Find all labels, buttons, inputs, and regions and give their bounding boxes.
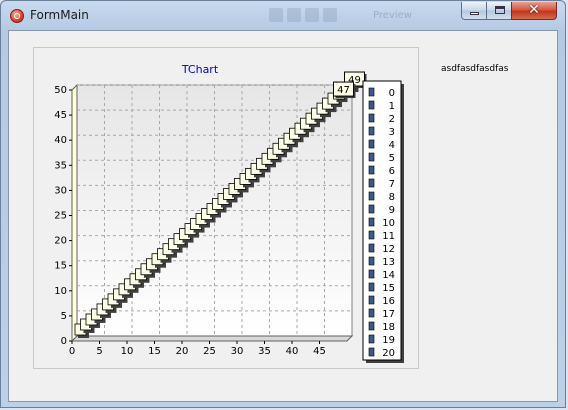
- y-tick-label: 20: [54, 236, 67, 247]
- legend-swatch: [368, 217, 375, 227]
- background-window-title: Preview: [373, 10, 412, 21]
- app-icon[interactable]: [10, 9, 24, 23]
- x-tick-label: 15: [148, 346, 161, 357]
- legend-item-label: 16: [382, 296, 395, 307]
- close-icon: ✕: [528, 2, 540, 18]
- legend-swatch: [368, 269, 375, 279]
- minimize-icon: [470, 12, 479, 15]
- legend-swatch: [368, 230, 375, 240]
- y-tick-label: 45: [54, 110, 67, 121]
- x-tick-label: 30: [231, 346, 244, 357]
- maximize-button[interactable]: [486, 2, 512, 20]
- form-main-window: FormMain Preview ✕ TChart 0 5 10 15 20 25 30 35…: [0, 0, 566, 408]
- background-window-icons: [269, 7, 365, 25]
- legend-swatch: [368, 243, 375, 253]
- tchart-panel[interactable]: TChart 0 5 10 15 20 25 30 35 40 45 50 0 5 10 15 20 25 30 3…: [33, 47, 419, 369]
- legend-item-label: 8: [389, 192, 395, 203]
- x-tick-label: 25: [203, 346, 216, 357]
- chart-title: TChart: [181, 63, 219, 76]
- legend-item-label: 5: [389, 153, 395, 164]
- legend-item-label: 4: [389, 140, 395, 151]
- legend-item-label: 6: [389, 166, 395, 177]
- x-tick-label: 0: [69, 346, 75, 357]
- y-tick-label: 40: [54, 135, 67, 146]
- point-label: 47: [337, 85, 350, 96]
- legend-item-label: 14: [382, 270, 395, 281]
- legend-swatch: [368, 126, 375, 136]
- x-tick-label: 10: [121, 346, 134, 357]
- legend-swatch: [368, 87, 375, 97]
- legend-item-label: 7: [389, 179, 395, 190]
- side-label: asdfasdfasdfas: [441, 64, 509, 74]
- chart-floor: [70, 335, 354, 342]
- legend-swatch: [368, 113, 375, 123]
- x-tick-label: 5: [96, 346, 102, 357]
- window-title: FormMain: [30, 8, 89, 22]
- y-tick-label: 25: [54, 211, 67, 222]
- legend-item-label: 2: [389, 114, 395, 125]
- legend-swatch: [368, 165, 375, 175]
- x-tick-label: 35: [258, 346, 271, 357]
- legend-swatch: [368, 191, 375, 201]
- close-button[interactable]: ✕: [511, 2, 557, 20]
- legend-item-label: 3: [389, 127, 395, 138]
- legend-swatch: [368, 308, 375, 318]
- legend-swatch: [368, 178, 375, 188]
- legend-swatch: [368, 204, 375, 214]
- legend-item-label: 15: [382, 283, 395, 294]
- legend-swatch: [368, 152, 375, 162]
- y-tick-label: 35: [54, 160, 67, 171]
- y-tick-label: 15: [54, 261, 67, 272]
- legend-item-label: 1: [389, 101, 395, 112]
- legend-item-label: 0: [389, 88, 395, 99]
- x-tick-label: 45: [313, 346, 326, 357]
- legend-item-label: 20: [382, 348, 395, 359]
- legend-swatch: [368, 334, 375, 344]
- legend-item-label: 10: [382, 218, 395, 229]
- legend-item-label: 12: [382, 244, 395, 255]
- legend-item-label: 19: [382, 335, 395, 346]
- legend-swatch: [368, 347, 375, 357]
- legend-item-label: 13: [382, 257, 395, 268]
- legend-swatch: [368, 295, 375, 305]
- y-tick-label: 10: [54, 286, 67, 297]
- legend-swatch: [368, 100, 375, 110]
- chart-left-wall: [71, 83, 78, 343]
- maximize-icon: [495, 6, 505, 14]
- legend-swatch: [368, 282, 375, 292]
- legend-swatch: [368, 139, 375, 149]
- tchart-svg: TChart 051015202530354045500 5 10 15 20 25 30 3…: [54, 63, 404, 363]
- form-client-area: TChart 0 5 10 15 20 25 30 35 40 45 50 0 5 10 15 20 25 30 3…: [8, 30, 558, 402]
- legend-item-label: 11: [382, 231, 395, 242]
- y-tick-label: 50: [54, 85, 67, 96]
- title-bar[interactable]: FormMain Preview ✕: [1, 1, 565, 31]
- legend-swatch: [368, 321, 375, 331]
- legend-item-label: 18: [382, 322, 395, 333]
- x-tick-label: 20: [176, 346, 189, 357]
- x-tick-label: 40: [286, 346, 299, 357]
- legend-swatch: [368, 256, 375, 266]
- y-tick-label: 5: [61, 311, 67, 322]
- y-tick-label: 30: [54, 185, 67, 196]
- minimize-button[interactable]: [461, 2, 487, 20]
- legend-item-label: 9: [389, 205, 395, 216]
- legend-item-label: 17: [382, 309, 395, 320]
- y-tick-label: 0: [61, 336, 67, 347]
